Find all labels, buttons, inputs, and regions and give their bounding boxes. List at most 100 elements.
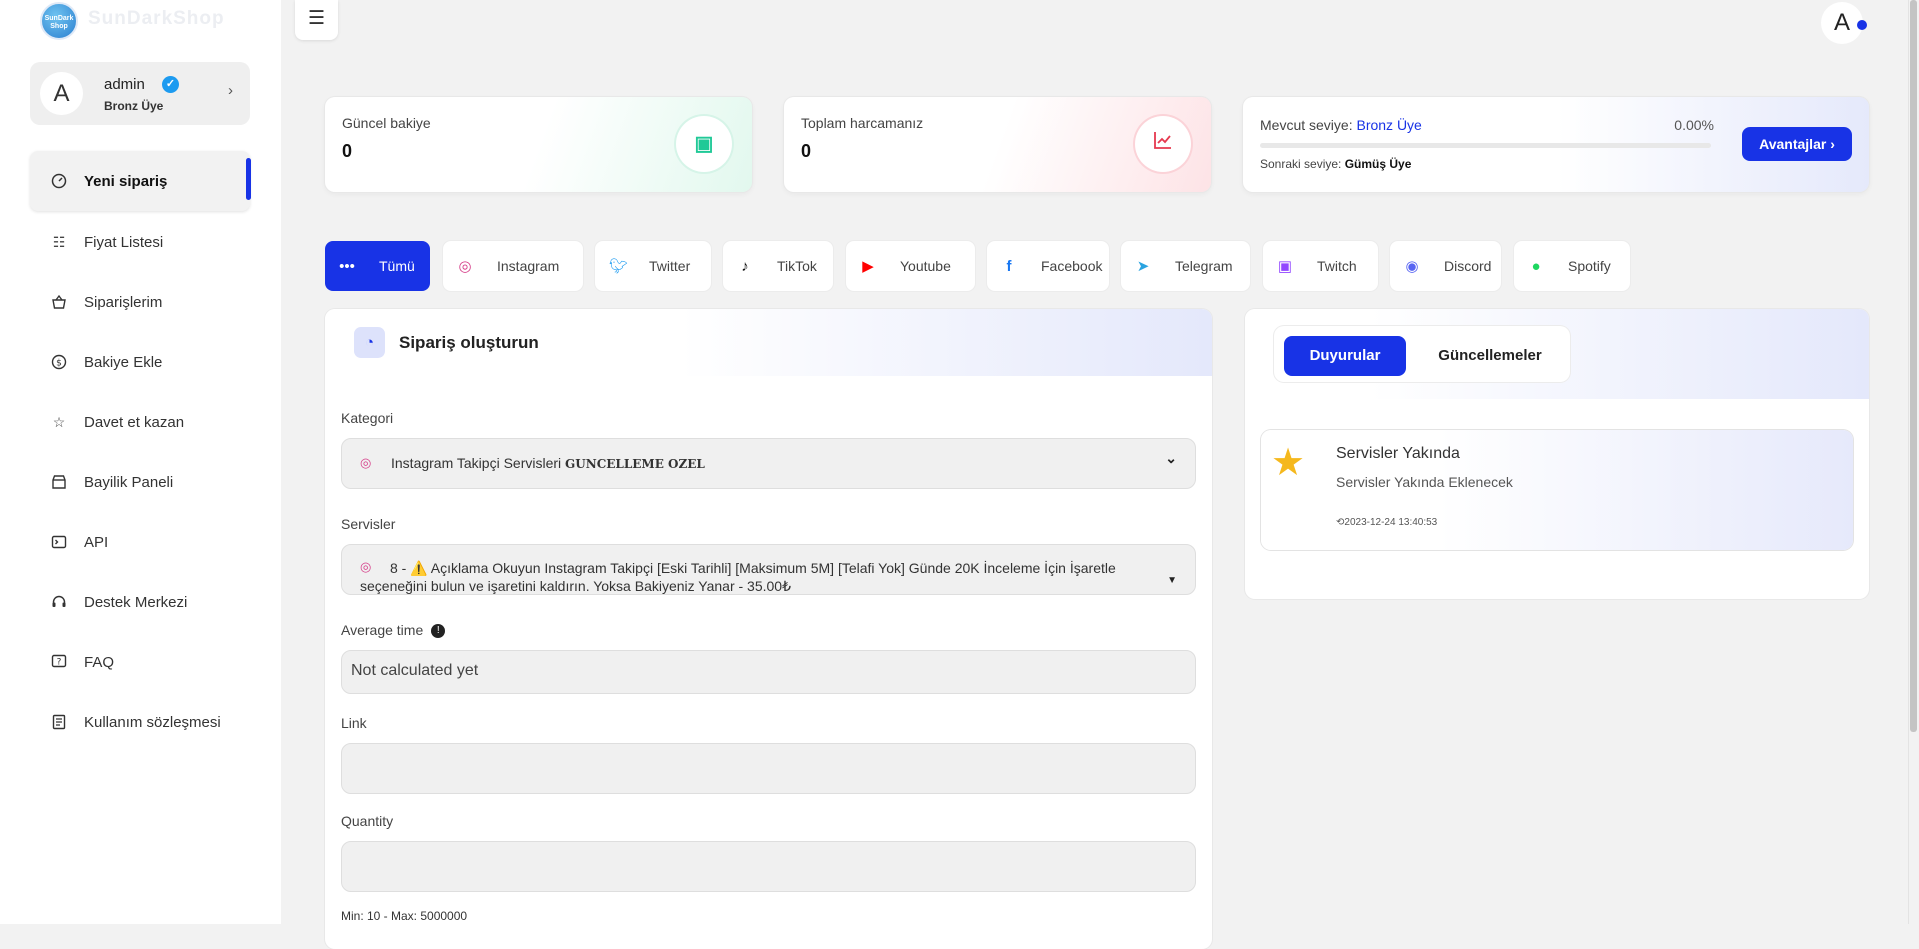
dots-icon: ••• xyxy=(339,257,355,275)
tab-label: Spotify xyxy=(1568,258,1611,274)
level-label: Mevcut seviye: Bronz Üye xyxy=(1260,117,1422,133)
spent-card: Toplam harcamanız 0 xyxy=(784,97,1211,192)
sidebar-item-label: Bakiye Ekle xyxy=(84,353,163,371)
tab-label: Instagram xyxy=(497,258,560,274)
announcements-panel: Duyurular Güncellemeler ★ Servisler Yakı… xyxy=(1245,309,1869,599)
youtube-icon: ▶ xyxy=(862,258,874,275)
link-label: Link xyxy=(341,715,367,731)
category-value-text: Instagram Takipçi Servisleri xyxy=(391,455,562,471)
svg-text:$: $ xyxy=(56,359,62,369)
next-level-label: Sonraki seviye: xyxy=(1260,157,1342,171)
sidebar-item-faq[interactable]: ? FAQ xyxy=(30,632,250,692)
twitch-icon: ▣ xyxy=(1277,258,1293,275)
tab-twitter[interactable]: 🐦︎ Twitter xyxy=(595,241,711,291)
tab-twitch[interactable]: ▣ Twitch xyxy=(1263,241,1378,291)
sidebar-item-kullanim-sozlesmesi[interactable]: Kullanım sözleşmesi xyxy=(30,692,250,752)
announcement-text: Servisler Yakında Eklenecek xyxy=(1336,474,1513,490)
facebook-icon: f xyxy=(1006,257,1012,275)
star-icon: ☆ xyxy=(52,413,66,430)
balance-value: 0 xyxy=(342,141,353,161)
service-value-text: 8 - ⚠️ Açıklama Okuyun Instagram Takipçi… xyxy=(360,560,1116,594)
sidebar-item-label: API xyxy=(84,533,109,551)
link-input[interactable] xyxy=(341,743,1196,794)
store-icon xyxy=(50,473,68,491)
scrollbar-thumb[interactable] xyxy=(1910,0,1917,732)
sidebar-item-label: Destek Merkezi xyxy=(84,593,188,611)
level-card: Mevcut seviye: Bronz Üye 0.00% Sonraki s… xyxy=(1243,97,1869,192)
announcement-title: Servisler Yakında xyxy=(1336,445,1460,462)
announcement-date-text: 2023-12-24 13:40:53 xyxy=(1344,517,1438,528)
document-icon xyxy=(50,713,68,731)
verified-badge-icon: ✓ xyxy=(162,76,179,93)
average-time-label-text: Average time xyxy=(341,622,424,638)
tab-instagram[interactable]: ◎ Instagram xyxy=(443,241,583,291)
balance-card: Güncel bakiye 0 ▣ xyxy=(325,97,752,192)
tab-tumu[interactable]: ••• Tümü xyxy=(325,241,430,291)
info-icon[interactable]: ! xyxy=(431,624,446,639)
quantity-input[interactable] xyxy=(341,841,1196,892)
service-label: Servisler xyxy=(341,516,396,532)
main-content: ☰ A Güncel bakiye 0 ▣ Toplam harcamanız … xyxy=(281,0,1919,949)
tab-youtube[interactable]: ▶ Youtube xyxy=(846,241,975,291)
tab-spotify[interactable]: ● Spotify xyxy=(1514,241,1630,291)
order-panel: ◔ Sipariş oluşturun Kategori ◎ Instagram… xyxy=(325,309,1212,949)
basket-icon xyxy=(50,293,68,311)
sidebar-item-davet-et-kazan[interactable]: ☆ Davet et kazan xyxy=(30,392,250,452)
category-label: Kategori xyxy=(341,410,394,426)
sidebar-item-bakiye-ekle[interactable]: $ Bakiye Ekle xyxy=(30,332,250,392)
wallet-icon: ▣ xyxy=(676,116,732,172)
sidebar-item-label: Bayilik Paneli xyxy=(84,473,174,491)
sidebar-item-label: Fiyat Listesi xyxy=(84,233,164,251)
tab-telegram[interactable]: ➤ Telegram xyxy=(1121,241,1250,291)
spent-label: Toplam harcamanız xyxy=(801,115,924,131)
min-max-hint: Min: 10 - Max: 5000000 xyxy=(341,909,468,923)
coin-icon: $ xyxy=(50,353,68,371)
speedometer-icon: ◔ xyxy=(354,327,385,358)
menu-toggle-button[interactable]: ☰ xyxy=(295,0,338,40)
tiktok-icon: ♪ xyxy=(741,257,749,275)
next-level-value: Gümüş Üye xyxy=(1344,157,1412,171)
tab-tiktok[interactable]: ♪ TikTok xyxy=(723,241,833,291)
sidebar-item-destek-merkezi[interactable]: Destek Merkezi xyxy=(30,572,250,632)
profile-rank: Bronz Üye xyxy=(104,99,164,113)
chevron-right-icon[interactable]: › xyxy=(228,82,233,99)
sidebar-item-siparislerim[interactable]: Siparişlerim xyxy=(30,272,250,332)
benefits-button[interactable]: Avantajlar › xyxy=(1742,127,1852,161)
service-select[interactable]: ◎ 8 - ⚠️ Açıklama Okuyun Instagram Takip… xyxy=(341,544,1196,595)
category-select[interactable]: ◎ Instagram Takipçi Servisleri GUNCELLEM… xyxy=(341,438,1196,489)
profile-card[interactable]: A admin ✓ Bronz Üye › xyxy=(30,62,250,125)
sidebar-item-bayilik-paneli[interactable]: Bayilik Paneli xyxy=(30,452,250,512)
tab-label: TikTok xyxy=(777,258,817,274)
sidebar: SunDark Shop SunDarkShop A admin ✓ Bronz… xyxy=(0,0,281,924)
sidebar-item-label: Yeni sipariş xyxy=(84,172,168,190)
balance-label: Güncel bakiye xyxy=(342,115,431,131)
star-icon: ★ xyxy=(1271,442,1306,484)
order-panel-header: ◔ Sipariş oluşturun xyxy=(325,309,1212,376)
tab-guncellemeler[interactable]: Güncellemeler xyxy=(1419,336,1561,376)
level-progress-bar xyxy=(1260,143,1711,148)
tab-label: Twitch xyxy=(1317,258,1357,274)
online-status-dot xyxy=(1857,20,1867,30)
sidebar-item-fiyat-listesi[interactable]: ☷ Fiyat Listesi xyxy=(30,212,250,272)
announcements-header: Duyurular Güncellemeler xyxy=(1245,309,1869,399)
tab-duyurular[interactable]: Duyurular xyxy=(1284,336,1406,376)
level-current: Bronz Üye xyxy=(1356,117,1422,133)
brand-logo[interactable]: SunDark Shop xyxy=(40,2,78,40)
list-icon: ☷ xyxy=(52,233,66,250)
tab-label: Facebook xyxy=(1041,258,1103,274)
announcement-tabs: Duyurular Güncellemeler xyxy=(1274,326,1570,382)
sidebar-item-label: FAQ xyxy=(84,653,115,671)
chevron-down-icon: ⌄ xyxy=(1165,450,1177,466)
category-tag: GUNCELLEME OZEL xyxy=(565,457,705,471)
sidebar-item-yeni-siparis[interactable]: Yeni sipariş xyxy=(30,151,250,211)
brand-name: SunDarkShop xyxy=(88,8,225,29)
question-icon: ? xyxy=(50,653,68,671)
active-indicator xyxy=(246,158,251,200)
telegram-icon: ➤ xyxy=(1136,258,1150,275)
instagram-icon: ◎ xyxy=(458,258,472,275)
sidebar-item-api[interactable]: API xyxy=(30,512,250,572)
tab-facebook[interactable]: f Facebook xyxy=(987,241,1109,291)
instagram-icon: ◎ xyxy=(360,455,372,470)
sidebar-item-label: Kullanım sözleşmesi xyxy=(84,713,221,731)
tab-discord[interactable]: ◉ Discord xyxy=(1390,241,1501,291)
